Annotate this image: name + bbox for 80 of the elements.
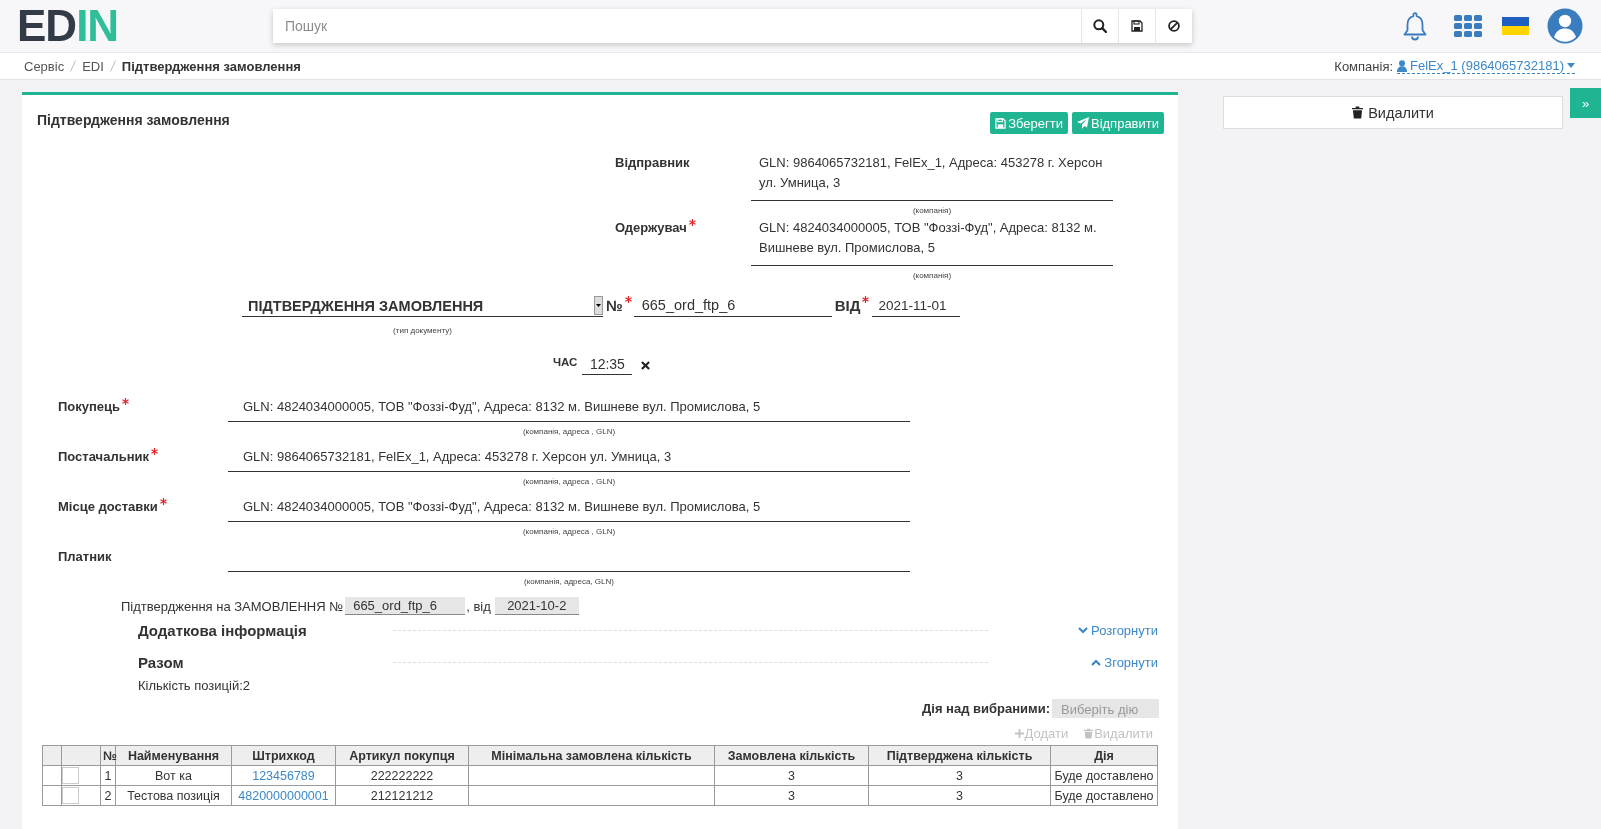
table-cell: 2 [100, 785, 116, 806]
table-cell: Буде доставлено [1050, 765, 1158, 786]
party-field[interactable]: GLN: 9864065732181, FelEx_1, Адреса: 453278 г. Херсон ул. Умница, 3 [228, 447, 910, 472]
field-hint: (тип документу) [392, 325, 453, 337]
table-cell: 3 [868, 785, 1051, 806]
breadcrumb-link[interactable]: Підтвердження замовлення [121, 58, 301, 74]
plus-icon [1014, 728, 1024, 738]
section-toggle-link[interactable]: Згорнути [1091, 654, 1158, 670]
column-header: Найменування [115, 745, 232, 766]
table-cell: 212121212 [335, 785, 469, 806]
table-cell: 3 [714, 765, 869, 786]
breadcrumb-link[interactable]: EDI [82, 58, 104, 74]
field-hint: (компанія, адреса , GLN) [521, 476, 617, 488]
positions-count: Кількість позицій:2 [138, 678, 252, 694]
column-header: Дія [1050, 745, 1158, 766]
trash-icon [1084, 727, 1094, 739]
avatar-icon[interactable] [1547, 8, 1583, 44]
search-button[interactable] [1081, 9, 1118, 43]
cancel-button[interactable] [1155, 9, 1192, 43]
field-label: Одержувач [615, 219, 687, 237]
slash-icon [70, 60, 77, 72]
field-hint: (компанія) [911, 270, 953, 282]
company-field[interactable]: GLN: 9864065732181, FelEx_1, Адреса: 453278 г. Херсон ул. Умница, 3 [751, 153, 1113, 201]
document-title: Підтвердження замовлення [37, 112, 230, 128]
reference-label: Підтвердження на ЗАМОВЛЕННЯ № [121, 598, 344, 614]
document-type-select[interactable]: ПІДТВЕРДЖЕННЯ ЗАМОВЛЕННЯ [242, 295, 603, 317]
column-header: Підтверджена кількість [868, 745, 1051, 766]
section-toggle-link[interactable]: Розгорнути [1078, 622, 1158, 638]
party-field[interactable]: GLN: 4824034000005, ТОВ "Фоззі-Фуд", Адреса: 8132 м. Вишневе вул. Промислова, 5 [228, 497, 910, 522]
time-field[interactable]: 12:35 [582, 354, 633, 375]
breadcrumb-link[interactable]: Сервіс [24, 58, 65, 74]
table-cell: Вот ка [115, 765, 232, 786]
apps-grid-icon[interactable] [1454, 15, 1482, 37]
field-label: Відправник [615, 154, 690, 172]
column-header: Мінімальна замовлена кількість [468, 745, 715, 766]
bulk-action-label: Дія над вибраними: [922, 701, 1050, 716]
column-header: Артикул покупця [335, 745, 469, 766]
save-button[interactable] [1118, 9, 1155, 43]
table-cell: Буде доставлено [1050, 785, 1158, 806]
search-icon [1093, 19, 1107, 33]
field-label: ВІД [834, 296, 861, 316]
field-label: № [606, 296, 623, 316]
field-label: Постачальник [58, 448, 149, 466]
caret-down-icon [1567, 63, 1575, 68]
number-field[interactable]: 665_ord_ftp_6 [633, 295, 832, 317]
company-label: Компанія: [1334, 58, 1394, 74]
flag-icon[interactable] [1502, 17, 1529, 35]
date-field[interactable]: 2021-11-01 [872, 295, 961, 317]
bell-icon[interactable] [1403, 11, 1427, 41]
company-link[interactable]: FelEx_1 (9864065732181) [1397, 58, 1575, 74]
row-checkbox[interactable] [62, 767, 79, 784]
trash-icon [1352, 106, 1364, 119]
section-title: Додаткова інформація [138, 621, 308, 639]
column-header: Замовлена кількість [714, 745, 869, 766]
table-cell: 3 [868, 765, 1051, 786]
company-field[interactable]: GLN: 4824034000005, ТОВ "Фоззі-Фуд", Адреса: 8132 м. Вишневе вул. Промислова, 5 [751, 218, 1113, 266]
field-hint: (компанія, адреса, GLN) [523, 576, 615, 588]
user-icon [1397, 59, 1408, 72]
section-title: Разом [138, 653, 185, 671]
delete-button[interactable]: Видалити [1223, 96, 1563, 129]
field-hint: (компанія, адреса , GLN) [521, 526, 617, 538]
field-hint: (компанія, адреса , GLN) [521, 426, 617, 438]
field-hint: (компанія) [911, 205, 953, 217]
column-header: Штрихкод [231, 745, 336, 766]
table-cell: 3 [714, 785, 869, 806]
reference-date-label: , від [466, 598, 491, 614]
party-field[interactable]: GLN: 4824034000005, ТОВ "Фоззі-Фуд", Адреса: 8132 м. Вишневе вул. Промислова, 5 [228, 397, 910, 422]
field-label: Платник [58, 548, 112, 566]
field-label: Місце доставки [58, 498, 158, 516]
table-cell: Тестова позиція [115, 785, 232, 806]
slash-icon [109, 60, 116, 72]
ban-icon [1168, 20, 1180, 32]
paper-plane-icon [1076, 117, 1089, 129]
row-checkbox[interactable] [62, 787, 79, 804]
close-icon[interactable] [641, 361, 651, 370]
table-cell: 222222222 [335, 765, 469, 786]
table-cell: 1 [100, 765, 116, 786]
field-label: Покупець [58, 398, 121, 416]
logo[interactable]: EDIN [17, 6, 117, 46]
field-label: ЧАС [553, 355, 578, 369]
